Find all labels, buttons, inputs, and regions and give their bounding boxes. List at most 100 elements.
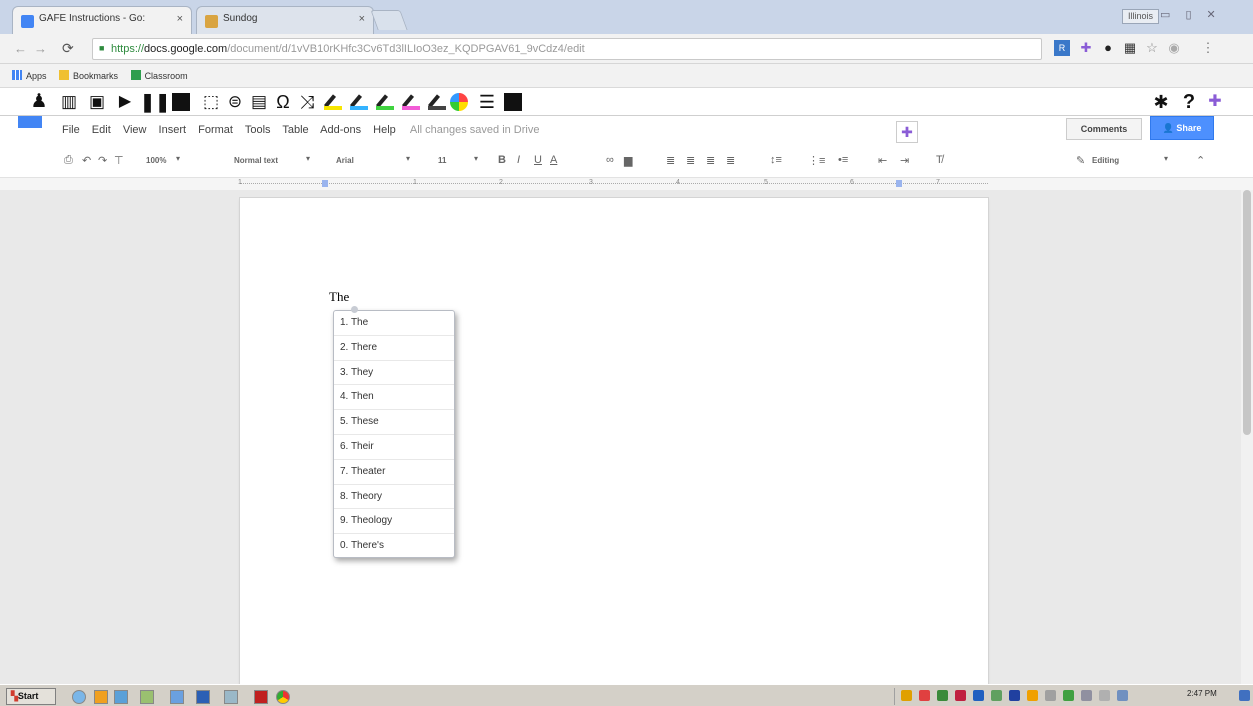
collect-highlights-icon[interactable] bbox=[450, 93, 468, 111]
decrease-indent-icon[interactable]: ⇤ bbox=[878, 154, 887, 167]
comment-icon[interactable]: ▆ bbox=[624, 154, 632, 167]
indent-marker[interactable] bbox=[322, 180, 328, 187]
highlighter-blue-icon[interactable] bbox=[349, 94, 368, 110]
bookmark-apps[interactable]: Apps bbox=[12, 70, 47, 81]
taskbar-user-icon[interactable] bbox=[170, 690, 184, 704]
underline-icon[interactable]: U bbox=[534, 154, 542, 166]
forward-icon[interactable]: → bbox=[34, 41, 47, 56]
settings-gear-icon[interactable]: ✱ bbox=[1150, 91, 1172, 113]
prediction-item[interactable]: 4. Then bbox=[334, 385, 454, 411]
align-left-icon[interactable]: ≣ bbox=[666, 154, 675, 167]
vertical-scrollbar[interactable] bbox=[1241, 190, 1253, 684]
save-status[interactable]: All changes saved in Drive bbox=[410, 124, 540, 136]
tab-close-icon[interactable]: × bbox=[177, 13, 183, 25]
chrome-menu-icon[interactable]: ⋮ bbox=[1200, 40, 1216, 56]
prediction-item[interactable]: 9. Theology bbox=[334, 509, 454, 535]
pause-icon[interactable]: ❚❚ bbox=[140, 91, 170, 113]
extension-readwrite-icon[interactable]: R bbox=[1054, 40, 1070, 56]
document-text[interactable]: The bbox=[329, 289, 349, 305]
extension-puzzle-icon[interactable]: ✚ bbox=[1078, 40, 1094, 56]
print-icon[interactable]: ⎙ bbox=[64, 154, 73, 167]
extension-gray-icon[interactable]: ◉ bbox=[1166, 40, 1182, 56]
bookmark-bookmarks[interactable]: Bookmarks bbox=[59, 70, 118, 81]
menu-file[interactable]: File bbox=[62, 124, 80, 136]
start-button[interactable]: ▚Start bbox=[6, 688, 56, 705]
url-input[interactable]: ■ https://docs.google.com/document/d/1vV… bbox=[92, 38, 1042, 60]
stop-icon[interactable] bbox=[172, 93, 190, 111]
prediction-item[interactable]: 5. These bbox=[334, 410, 454, 435]
extension-circle-icon[interactable]: ● bbox=[1100, 40, 1116, 56]
tray-blue-icon[interactable] bbox=[973, 690, 984, 701]
share-button[interactable]: 👤 Share bbox=[1150, 116, 1214, 140]
tray-shield-icon[interactable] bbox=[901, 690, 912, 701]
speech-input-icon[interactable]: ▤ bbox=[248, 91, 270, 113]
menu-help[interactable]: Help bbox=[373, 124, 396, 136]
taskbar-office-icon[interactable] bbox=[94, 690, 108, 704]
vocabulary-list-icon[interactable]: ☰ bbox=[476, 91, 498, 113]
profile-button[interactable]: Illinois bbox=[1122, 9, 1160, 24]
taskbar-acrobat-icon[interactable] bbox=[254, 690, 268, 704]
zoom-select[interactable]: 100% bbox=[146, 156, 166, 165]
line-spacing-icon[interactable]: ↕≡ bbox=[770, 154, 782, 166]
link-icon[interactable]: ∞ bbox=[606, 154, 614, 166]
increase-indent-icon[interactable]: ⇥ bbox=[900, 154, 909, 167]
tray-red-icon[interactable] bbox=[919, 690, 930, 701]
highlighter-pink-icon[interactable] bbox=[401, 94, 420, 110]
menu-addons[interactable]: Add-ons bbox=[320, 124, 361, 136]
tray-speaker-icon[interactable] bbox=[1081, 690, 1092, 701]
reload-icon[interactable]: ⟳ bbox=[62, 40, 74, 57]
bold-icon[interactable]: B bbox=[498, 154, 506, 166]
undo-icon[interactable]: ↶ bbox=[82, 154, 91, 167]
prediction-item[interactable]: 6. Their bbox=[334, 435, 454, 460]
toolbar-puzzle-icon[interactable]: ✚ bbox=[1204, 91, 1226, 113]
tray-gray-icon[interactable] bbox=[1045, 690, 1056, 701]
align-justify-icon[interactable]: ≣ bbox=[726, 154, 735, 167]
bulleted-list-icon[interactable]: •≡ bbox=[838, 154, 848, 166]
play-icon[interactable]: ▶ bbox=[114, 91, 136, 113]
highlighter-yellow-icon[interactable] bbox=[323, 94, 342, 110]
right-indent-marker[interactable] bbox=[896, 180, 902, 187]
tray-office-icon[interactable] bbox=[1027, 690, 1038, 701]
ruler[interactable]: 1 1 2 3 4 5 6 7 bbox=[0, 178, 1253, 190]
scrollbar-thumb[interactable] bbox=[1243, 190, 1251, 435]
tab-close-icon[interactable]: × bbox=[359, 13, 365, 25]
back-icon[interactable]: ← bbox=[14, 41, 27, 56]
tray-green-icon[interactable] bbox=[937, 690, 948, 701]
prediction-item[interactable]: 0. There's bbox=[334, 534, 454, 559]
dictionary-book-icon[interactable]: ▥ bbox=[58, 91, 80, 113]
prediction-item[interactable]: 1. The bbox=[334, 311, 454, 336]
screenshot-reader-icon[interactable]: ⬚ bbox=[200, 91, 222, 113]
new-tab-button[interactable] bbox=[370, 10, 408, 30]
style-select[interactable]: Normal text bbox=[234, 156, 278, 165]
prediction-item[interactable]: 3. They bbox=[334, 361, 454, 386]
floating-puzzle-icon[interactable]: ✚ bbox=[896, 121, 918, 143]
paint-format-icon[interactable]: ⊤ bbox=[114, 154, 124, 167]
menu-tools[interactable]: Tools bbox=[245, 124, 271, 136]
window-controls[interactable]: ▭ ▯ ✕ bbox=[1160, 8, 1222, 21]
align-right-icon[interactable]: ≣ bbox=[706, 154, 715, 167]
redo-icon[interactable]: ↷ bbox=[98, 154, 107, 167]
menu-insert[interactable]: Insert bbox=[159, 124, 187, 136]
tray-app-icon[interactable] bbox=[955, 690, 966, 701]
taskbar-ie-icon[interactable] bbox=[72, 690, 86, 704]
menu-format[interactable]: Format bbox=[198, 124, 233, 136]
taskbar-word-icon[interactable] bbox=[196, 690, 210, 704]
prediction-person-icon[interactable]: ♟ bbox=[28, 91, 50, 113]
bookmark-classroom[interactable]: Classroom bbox=[130, 70, 188, 81]
font-select[interactable]: Arial bbox=[336, 156, 354, 165]
numbered-list-icon[interactable]: ⋮≡ bbox=[808, 154, 825, 167]
docs-logo-icon[interactable] bbox=[18, 116, 42, 128]
text-color-icon[interactable]: A bbox=[550, 154, 557, 166]
menu-table[interactable]: Table bbox=[282, 124, 308, 136]
comments-button[interactable]: Comments bbox=[1066, 118, 1142, 140]
simplify-icon[interactable]: ⤨ bbox=[296, 91, 318, 113]
tray-volume-icon[interactable] bbox=[1099, 690, 1110, 701]
editing-mode-select[interactable]: Editing bbox=[1092, 156, 1119, 165]
tab-sundog[interactable]: Sundog × bbox=[196, 6, 374, 34]
help-icon[interactable]: ? bbox=[1178, 91, 1200, 113]
tab-gafe-instructions[interactable]: GAFE Instructions - Go: × bbox=[12, 6, 192, 34]
tray-dropbox-icon[interactable] bbox=[1009, 690, 1020, 701]
tray-network-icon[interactable] bbox=[991, 690, 1002, 701]
prediction-item[interactable]: 2. There bbox=[334, 336, 454, 361]
taskbar-folder-icon[interactable] bbox=[224, 690, 238, 704]
